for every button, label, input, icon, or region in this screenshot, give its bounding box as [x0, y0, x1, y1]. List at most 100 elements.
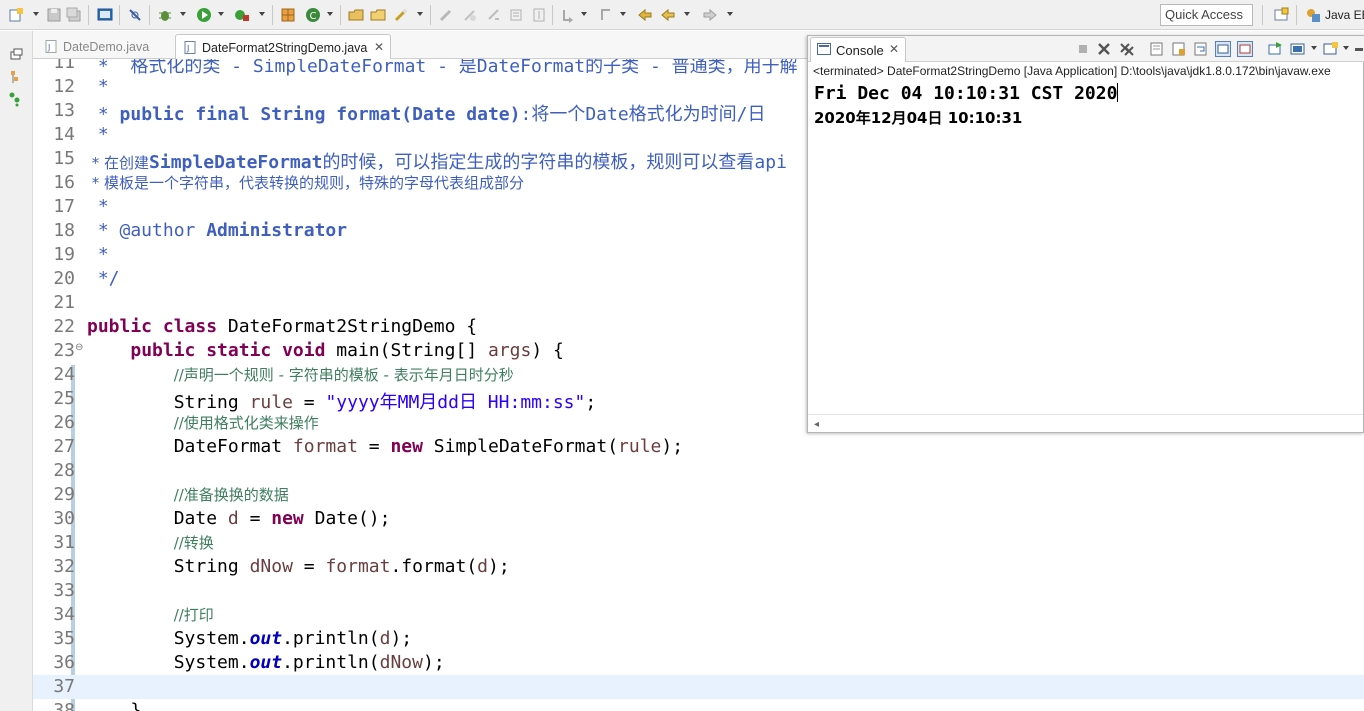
- code-line[interactable]: 27 DateFormat format = new SimpleDateFor…: [33, 435, 1364, 459]
- line-number: 23: [53, 340, 75, 361]
- code-token: format: [292, 436, 358, 457]
- new-java-package-icon[interactable]: [280, 7, 296, 23]
- back-dropdown-arrow[interactable]: [684, 12, 690, 16]
- code-token: new: [390, 436, 423, 457]
- show-whitespace-icon[interactable]: [508, 7, 524, 23]
- code-text: //转换: [87, 532, 214, 553]
- tab-datedemo-java[interactable]: J DateDemo.java: [37, 34, 171, 59]
- line-number: 31: [53, 532, 75, 553]
- quick-access-input[interactable]: Quick Access: [1160, 4, 1253, 26]
- code-token: args: [488, 340, 532, 361]
- save-all-icon[interactable]: [66, 7, 82, 23]
- code-token: .format(: [390, 556, 478, 577]
- code-line[interactable]: 32 String dNow = format.format(d);: [33, 555, 1364, 579]
- code-token: Date();: [303, 508, 391, 529]
- new-java-class-icon[interactable]: C: [305, 7, 321, 23]
- forward-dropdown-arrow[interactable]: [727, 12, 733, 16]
- scroll-lock-icon[interactable]: [1171, 41, 1187, 57]
- new-wizard-icon[interactable]: [8, 7, 24, 23]
- code-line[interactable]: 33: [33, 579, 1364, 603]
- code-line-current[interactable]: 37: [33, 675, 1364, 699]
- line-number: 27: [53, 436, 75, 457]
- display-selected-console-icon[interactable]: [1290, 41, 1306, 57]
- show-console-on-stderr-icon[interactable]: [1237, 41, 1253, 57]
- new-class-dropdown-arrow[interactable]: [327, 12, 333, 16]
- code-token: * @author: [87, 220, 207, 241]
- code-text: */: [87, 268, 120, 289]
- terminal-icon[interactable]: [97, 7, 113, 23]
- show-console-on-stdout-icon[interactable]: [1215, 41, 1231, 57]
- toggle-mark-occurrences-icon[interactable]: [438, 7, 454, 23]
- open-resource-icon[interactable]: [370, 7, 386, 23]
- skip-breakpoints-icon[interactable]: [127, 7, 143, 23]
- console-horizontal-scrollbar[interactable]: ◂: [808, 414, 1363, 432]
- previous-annotation-icon[interactable]: [598, 7, 614, 23]
- code-token: );: [488, 556, 510, 577]
- close-tab-icon[interactable]: ✕: [374, 40, 384, 54]
- external-tools-dropdown-arrow[interactable]: [259, 12, 265, 16]
- code-token: public class: [87, 316, 218, 337]
- search-tool-icon[interactable]: [393, 7, 409, 23]
- package-explorer-icon[interactable]: [8, 69, 24, 85]
- last-edit-location-icon[interactable]: [637, 7, 653, 23]
- open-console-dropdown-arrow[interactable]: [1343, 46, 1349, 50]
- console-output[interactable]: Fri Dec 04 10:10:31 CST 2020 2020年12月04日…: [814, 82, 1359, 130]
- run-dropdown-arrow[interactable]: [218, 12, 224, 16]
- line-number: 11: [53, 59, 75, 73]
- new-dropdown-arrow[interactable]: [33, 12, 39, 16]
- previous-annotation-dropdown-arrow[interactable]: [620, 12, 626, 16]
- java-ee-perspective-label[interactable]: Java EE: [1325, 8, 1364, 22]
- code-line[interactable]: 38 }: [33, 699, 1364, 711]
- next-annotation-dropdown-arrow[interactable]: [581, 12, 587, 16]
- code-line[interactable]: 29 //准备换换的数据: [33, 483, 1364, 507]
- pin-console-icon[interactable]: [1267, 41, 1283, 57]
- line-number: 38: [53, 700, 75, 711]
- debug-dropdown-arrow[interactable]: [180, 12, 186, 16]
- back-icon[interactable]: [660, 7, 676, 23]
- open-perspective-icon[interactable]: [1273, 7, 1289, 23]
- code-line[interactable]: 30 Date d = new Date();: [33, 507, 1364, 531]
- run-icon[interactable]: [196, 7, 212, 23]
- search-dropdown-arrow[interactable]: [417, 12, 423, 16]
- next-annotation-icon[interactable]: [560, 7, 576, 23]
- java-ee-perspective-icon[interactable]: [1305, 7, 1321, 23]
- word-wrap-console-icon[interactable]: [1193, 41, 1209, 57]
- scroll-left-arrow-icon[interactable]: ◂: [814, 419, 819, 430]
- debug-icon[interactable]: [157, 7, 173, 23]
- outline-icon[interactable]: [8, 91, 24, 107]
- code-line[interactable]: 35 System.out.println(d);: [33, 627, 1364, 651]
- code-token: "yyyy年MM月dd日 HH:mm:ss": [325, 392, 586, 413]
- line-number: 33: [53, 580, 75, 601]
- code-token: d: [227, 508, 239, 529]
- code-token: public final String format(Date date): [119, 104, 521, 125]
- code-line[interactable]: 28: [33, 459, 1364, 483]
- code-token: *: [87, 244, 109, 265]
- restore-icon[interactable]: [8, 47, 24, 63]
- open-type-icon[interactable]: [348, 7, 364, 23]
- external-tools-icon[interactable]: [234, 7, 250, 23]
- line-number: 30: [53, 508, 75, 529]
- minimize-icon[interactable]: [1354, 41, 1364, 57]
- open-console-icon[interactable]: [1323, 41, 1339, 57]
- block-selection-icon[interactable]: [462, 7, 478, 23]
- terminate-icon[interactable]: [1075, 41, 1091, 57]
- tab-dateformat2stringdemo-java[interactable]: J DateFormat2StringDemo.java ✕: [175, 34, 391, 59]
- code-token: 的时候，可以指定生成的字符串的模板，规则可以查看api: [322, 152, 787, 173]
- save-icon[interactable]: [46, 7, 62, 23]
- close-console-icon[interactable]: ✕: [889, 42, 899, 56]
- code-token: SimpleDateFormat(: [422, 436, 619, 457]
- code-token: //声明一个规则 - 字符串的模板 - 表示年月日时分秒: [173, 366, 514, 384]
- code-line[interactable]: 36 System.out.println(dNow);: [33, 651, 1364, 675]
- show-source-icon[interactable]: [531, 7, 547, 23]
- remove-all-terminated-icon[interactable]: [1119, 41, 1135, 57]
- clear-console-icon[interactable]: [1149, 41, 1165, 57]
- line-number: 15: [53, 148, 75, 169]
- display-console-dropdown-arrow[interactable]: [1311, 46, 1317, 50]
- remove-launch-icon[interactable]: [1096, 41, 1112, 57]
- code-line[interactable]: 31 //转换: [33, 531, 1364, 555]
- word-wrap-icon[interactable]: [486, 7, 502, 23]
- tab-console[interactable]: Console ✕: [810, 37, 906, 62]
- fold-collapse-icon[interactable]: ⊖: [75, 342, 83, 353]
- forward-icon[interactable]: [702, 7, 718, 23]
- code-line[interactable]: 34 //打印: [33, 603, 1364, 627]
